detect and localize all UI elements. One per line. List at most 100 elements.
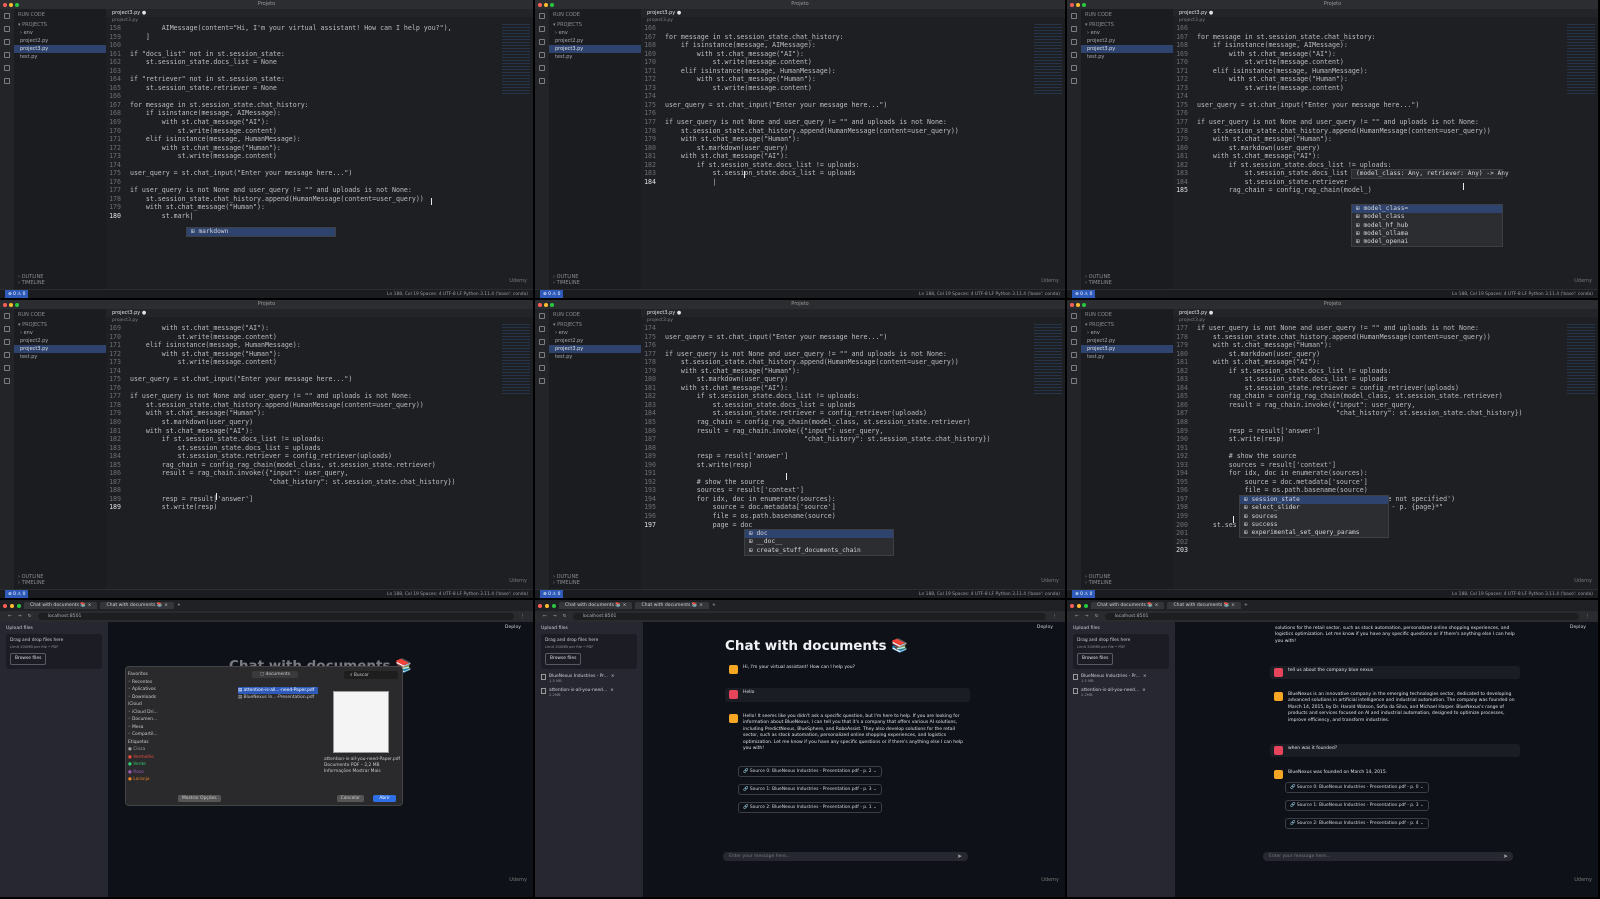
remove-file-icon[interactable]: × <box>1142 688 1146 693</box>
file-item[interactable]: › env <box>549 29 641 37</box>
minimize-icon[interactable] <box>1077 603 1081 608</box>
search-icon[interactable] <box>4 326 10 332</box>
file-item[interactable]: test.py <box>549 53 641 61</box>
sidebar-section[interactable]: ▾ PROJECTS <box>14 319 106 329</box>
source-popover[interactable]: 🔗 Source 0: BlueNexus Industries - Prese… <box>738 766 882 777</box>
sidebar-section[interactable]: ▾ PROJECTS <box>549 19 641 29</box>
reload-icon[interactable]: ↻ <box>1095 614 1099 619</box>
dialog-nav-item[interactable]: ◦ Downloads <box>128 694 170 702</box>
new-tab-icon[interactable]: + <box>177 603 181 608</box>
sidebar-section[interactable]: ▾ PROJECTS <box>1081 319 1173 329</box>
dialog-nav-item[interactable]: ◦ iCloud Dri... <box>128 709 170 717</box>
explorer-icon[interactable] <box>539 313 545 319</box>
source-popover[interactable]: 🔗 Source 0: BlueNexus Industries - Prese… <box>1285 782 1429 793</box>
close-icon[interactable] <box>1070 603 1074 608</box>
testing-icon[interactable] <box>1071 78 1077 84</box>
file-item[interactable]: › env <box>1081 329 1173 337</box>
folder-popup[interactable]: ▢ documents <box>252 671 298 678</box>
extensions-icon[interactable] <box>1071 365 1077 371</box>
timeline-section[interactable]: › TIMELINE <box>18 580 45 586</box>
file-dropzone[interactable]: Drag and drop files here Limit 200MB per … <box>1073 634 1169 669</box>
file-item[interactable]: test.py <box>549 353 641 361</box>
browser-tab[interactable]: Chat with documents 📚 × <box>1091 602 1165 609</box>
timeline-section[interactable]: › TIMELINE <box>18 280 45 286</box>
file-item[interactable]: project2.py <box>14 37 106 45</box>
tag-item[interactable]: ● Roxo <box>128 769 170 777</box>
file-item[interactable]: test.py <box>1081 353 1173 361</box>
minimap[interactable] <box>1034 324 1062 394</box>
suggestion-item[interactable]: ⊞ create_stuff_documents_chain <box>745 547 893 555</box>
file-item[interactable]: project2.py <box>549 37 641 45</box>
suggestion-item[interactable]: ⊞ select_slider <box>1240 504 1388 512</box>
suggestion-item[interactable]: ⊞ model_ollama <box>1352 230 1502 238</box>
suggestion-item[interactable]: ⊞ __doc__ <box>745 538 893 546</box>
explorer-icon[interactable] <box>4 313 10 319</box>
forward-icon[interactable]: → <box>553 614 557 619</box>
editor-tab[interactable]: project3.py ● <box>1173 309 1598 317</box>
url-field[interactable]: localhost:8501 <box>37 613 515 620</box>
suggestion-item[interactable]: ⊞ model_openai <box>1352 238 1502 246</box>
extensions-icon[interactable] <box>4 365 10 371</box>
url-field[interactable]: localhost:8501 <box>572 613 1047 620</box>
browser-tab[interactable]: Chat with documents 📚 × <box>635 602 709 609</box>
minimize-icon[interactable] <box>10 603 14 608</box>
sidebar-section[interactable]: ▾ PROJECTS <box>1081 19 1173 29</box>
file-item[interactable]: test.py <box>14 53 106 61</box>
file-item[interactable]: project3.py <box>549 345 641 353</box>
dialog-nav-item[interactable]: ◦ Recentes <box>128 679 170 687</box>
minimap[interactable] <box>1034 24 1062 94</box>
maximize-icon[interactable] <box>1084 603 1088 608</box>
extensions-icon[interactable] <box>539 365 545 371</box>
send-icon[interactable]: ➤ <box>957 853 962 860</box>
browser-tab[interactable]: Chat with documents 📚 × <box>24 602 98 609</box>
source-control-icon[interactable] <box>1071 339 1077 345</box>
testing-icon[interactable] <box>539 78 545 84</box>
run-debug-icon[interactable] <box>4 352 10 358</box>
dialog-file[interactable]: ▤ BlueNexus In...-Presentation.pdf <box>238 694 318 701</box>
tag-item[interactable]: ● Laranja <box>128 776 170 784</box>
explorer-icon[interactable] <box>4 13 10 19</box>
minimap[interactable] <box>1567 24 1595 94</box>
remove-file-icon[interactable]: × <box>611 674 615 679</box>
problems-status[interactable]: ⊗ 0 ⚠ 0 <box>5 289 29 298</box>
search-icon[interactable] <box>539 26 545 32</box>
editor-tab[interactable]: project3.py ● <box>641 9 1065 17</box>
file-item[interactable]: › env <box>1081 29 1173 37</box>
search-icon[interactable] <box>539 326 545 332</box>
browse-files-button[interactable]: Browse files <box>1077 653 1114 665</box>
suggestion-item[interactable]: ⊞ model_hf_hub <box>1352 222 1502 230</box>
chat-input[interactable]: Enter your message here... <box>723 852 968 861</box>
options-button[interactable]: Mostrar Opções <box>178 795 221 802</box>
code-area[interactable]: 166 167 for message in st.session_state.ch… <box>641 24 1031 289</box>
tag-item[interactable]: ● Vermelho <box>128 754 170 762</box>
menu-icon[interactable]: ⋮ <box>520 614 525 619</box>
file-item[interactable]: project3.py <box>1081 45 1173 53</box>
file-item[interactable]: project2.py <box>1081 37 1173 45</box>
dialog-nav-item[interactable]: ◦ Documen... <box>128 716 170 724</box>
extensions-icon[interactable] <box>4 65 10 71</box>
browser-tab[interactable]: Chat with documents 📚 × <box>100 602 174 609</box>
source-control-icon[interactable] <box>4 339 10 345</box>
minimap[interactable] <box>502 24 530 94</box>
search-icon[interactable] <box>1071 326 1077 332</box>
timeline-section[interactable]: › TIMELINE <box>1085 280 1112 286</box>
deploy-button[interactable]: Deploy <box>1037 625 1053 630</box>
tag-item[interactable]: ● Verde <box>128 761 170 769</box>
problems-status[interactable]: ⊗ 0 ⚠ 0 <box>540 289 564 298</box>
sidebar-section[interactable]: ▾ PROJECTS <box>14 19 106 29</box>
new-tab-icon[interactable]: + <box>712 603 716 608</box>
new-tab-icon[interactable]: + <box>1244 603 1248 608</box>
code-area[interactable]: 169 with st.chat_message("AI"): 170 st.wr… <box>106 324 499 589</box>
problems-status[interactable]: ⊗ 0 ⚠ 0 <box>1072 289 1096 298</box>
file-item[interactable]: project3.py <box>1081 345 1173 353</box>
timeline-section[interactable]: › TIMELINE <box>553 580 580 586</box>
file-dropzone[interactable]: Drag and drop files here Limit 200MB per … <box>541 634 637 669</box>
file-item[interactable]: project2.py <box>549 337 641 345</box>
explorer-icon[interactable] <box>1071 13 1077 19</box>
chat-input[interactable]: Enter your message here... <box>1263 852 1513 861</box>
extensions-icon[interactable] <box>539 65 545 71</box>
search-icon[interactable] <box>4 26 10 32</box>
file-item[interactable]: project2.py <box>1081 337 1173 345</box>
testing-icon[interactable] <box>4 378 10 384</box>
testing-icon[interactable] <box>1071 378 1077 384</box>
